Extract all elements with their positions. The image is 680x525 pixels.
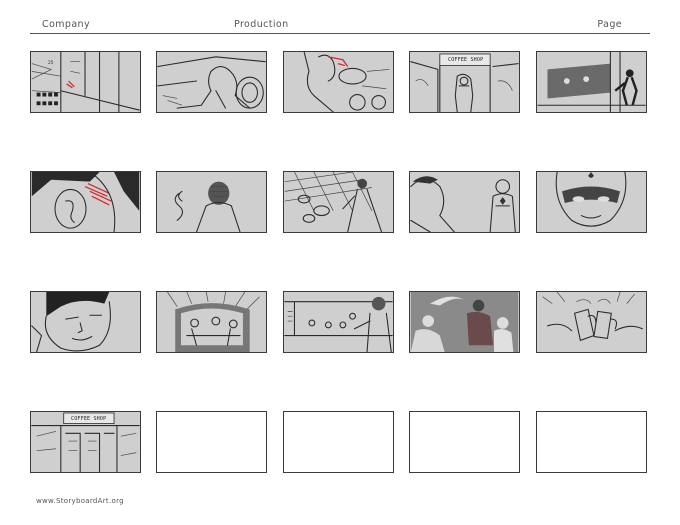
- storyboard-panel-6[interactable]: [30, 171, 141, 233]
- panel-1-number: 25: [48, 61, 54, 66]
- storyboard-panel-17[interactable]: [156, 411, 267, 473]
- panel-9-sketch: [410, 172, 519, 232]
- storyboard-panel-11[interactable]: [30, 291, 141, 353]
- panel-7-sketch: [157, 172, 266, 232]
- storyboard-panel-4[interactable]: COFFEE SHOP: [409, 51, 520, 113]
- storyboard-panel-3[interactable]: [283, 51, 394, 113]
- panel-5-sketch: [537, 52, 646, 112]
- storyboard-panel-19[interactable]: [409, 411, 520, 473]
- storyboard-panel-8[interactable]: [283, 171, 394, 233]
- panel-11-sketch: [31, 292, 140, 352]
- panel-3-sketch: [284, 52, 393, 112]
- storyboard-panel-5[interactable]: [536, 51, 647, 113]
- storyboard-panel-9[interactable]: [409, 171, 520, 233]
- panel-8-sketch: [284, 172, 393, 232]
- storyboard-panel-13[interactable]: [283, 291, 394, 353]
- panel-15-sketch: [537, 292, 646, 352]
- production-label: Production: [234, 19, 289, 30]
- storyboard-panel-14[interactable]: [409, 291, 520, 353]
- panel-4-sign: COFFEE SHOP: [448, 57, 484, 63]
- panel-12-sketch: [157, 292, 266, 352]
- storyboard-panel-15[interactable]: [536, 291, 647, 353]
- panel-16-sign: COFFEE SHOP: [71, 416, 107, 422]
- panel-14-sketch: [410, 292, 519, 352]
- company-label: Company: [42, 19, 90, 30]
- storyboard-panel-2[interactable]: [156, 51, 267, 113]
- page-label: Page: [597, 19, 622, 30]
- storyboard-panel-16[interactable]: COFFEE SHOP: [30, 411, 141, 473]
- panel-6-sketch: [31, 172, 140, 232]
- storyboard-panel-12[interactable]: [156, 291, 267, 353]
- panel-10-sketch: [537, 172, 646, 232]
- storyboard-panel-7[interactable]: [156, 171, 267, 233]
- panel-2-sketch: [157, 52, 266, 112]
- storyboard-panel-18[interactable]: [283, 411, 394, 473]
- panel-13-sketch: [284, 292, 393, 352]
- storyboard-panel-20[interactable]: [536, 411, 647, 473]
- storyboard-panel-1[interactable]: 25: [30, 51, 141, 113]
- footer-website: www.StoryboardArt.org: [36, 497, 124, 505]
- page-header: Company Production Page: [30, 17, 650, 34]
- storyboard-panel-10[interactable]: [536, 171, 647, 233]
